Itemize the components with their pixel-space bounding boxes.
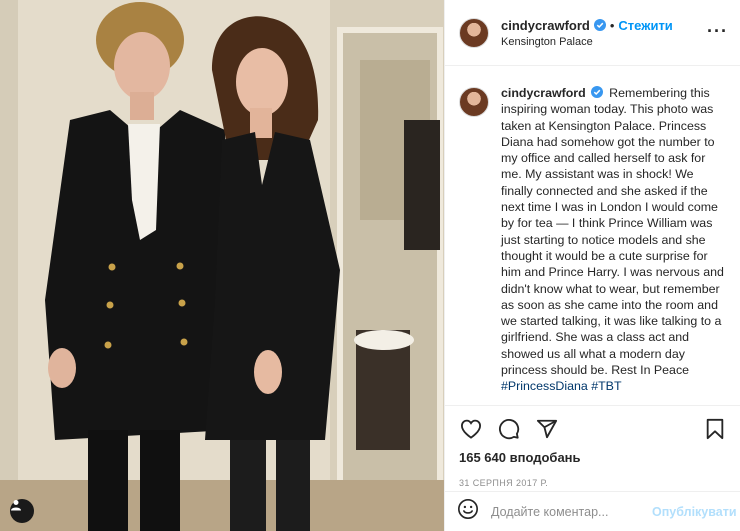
caption-avatar[interactable] <box>459 87 489 117</box>
verified-badge-icon <box>590 86 603 98</box>
header-row: cindycrawford • Стежити <box>501 18 673 33</box>
caption-text: Remembering this inspiring woman today. … <box>501 86 724 378</box>
follow-button[interactable]: Стежити <box>618 18 672 33</box>
comment-input[interactable] <box>491 504 652 519</box>
save-bookmark-icon[interactable] <box>703 417 727 441</box>
action-icons-row <box>459 416 727 442</box>
verified-badge-icon <box>593 19 606 31</box>
post-details-panel: cindycrawford • Стежити Kensington Palac… <box>444 0 740 531</box>
post-photo <box>0 0 444 531</box>
actions-section: 165 640 вподобань 31 СЕРПНЯ 2017 Р. <box>445 405 740 488</box>
avatar[interactable] <box>459 17 489 48</box>
share-paper-plane-icon[interactable] <box>535 417 559 441</box>
tagged-user-icon[interactable] <box>10 499 34 523</box>
username-link[interactable]: cindycrawford <box>501 18 590 33</box>
separator-dot: • <box>609 17 615 33</box>
like-heart-icon[interactable] <box>459 417 483 441</box>
caption-username-link[interactable]: cindycrawford <box>501 86 586 100</box>
header-text: cindycrawford • Стежити Kensington Palac… <box>501 18 673 48</box>
emoji-icon[interactable] <box>457 498 479 525</box>
location-link[interactable]: Kensington Palace <box>501 36 673 48</box>
add-comment-bar: Опублікувати <box>445 491 740 531</box>
photo-illustration <box>0 0 444 531</box>
post-comment-button[interactable]: Опублікувати <box>652 505 737 519</box>
caption-hashtags[interactable]: #PrincessDiana #TBT <box>501 379 622 393</box>
caption-text-block: cindycrawford Remembering this inspiring… <box>501 85 727 405</box>
caption-area: cindycrawford Remembering this inspiring… <box>445 67 740 405</box>
person-icon <box>11 500 21 511</box>
post-date[interactable]: 31 СЕРПНЯ 2017 Р. <box>459 478 727 488</box>
likes-count[interactable]: 165 640 вподобань <box>459 450 727 465</box>
more-options-icon[interactable]: ··· <box>707 22 728 40</box>
comment-bubble-icon[interactable] <box>497 417 521 441</box>
post-header: cindycrawford • Стежити Kensington Palac… <box>445 0 740 66</box>
